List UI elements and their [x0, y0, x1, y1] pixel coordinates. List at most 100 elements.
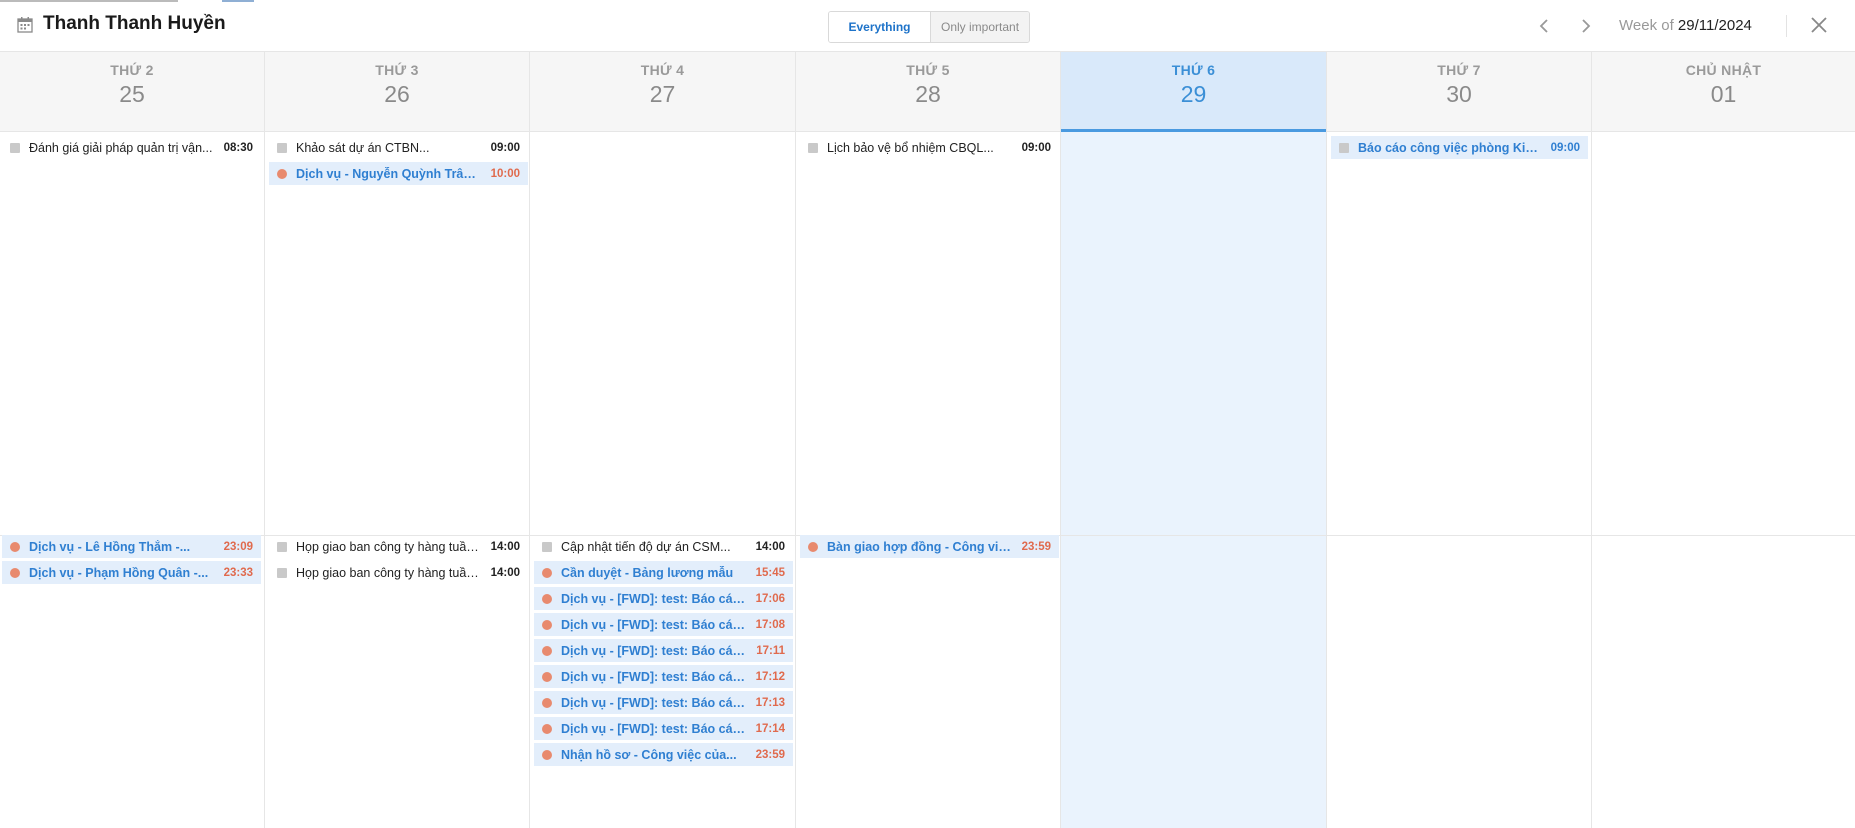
day-number: 28 — [915, 81, 941, 107]
event-time: 17:12 — [755, 670, 785, 683]
event-item[interactable]: Khảo sát dự án CTBN... 09:00 — [269, 136, 528, 159]
afternoon-events: Dịch vụ - Lê Hồng Thắm -... 23:09 Dịch vụ … — [2, 535, 261, 587]
event-item[interactable]: Bàn giao hợp đồng - Công việc... 23:59 — [800, 535, 1059, 558]
event-item[interactable]: Dịch vụ - Lê Hồng Thắm -... 23:09 — [2, 535, 261, 558]
week-grid: THỨ 2 25 THỨ 3 26 THỨ 4 27 THỨ 5 28 THỨ … — [0, 52, 1855, 828]
event-item[interactable]: Dịch vụ - Phạm Hồng Quân -... 23:33 — [2, 561, 261, 584]
day-number: 30 — [1446, 81, 1472, 107]
event-square-icon — [808, 142, 818, 153]
status-dot-icon — [542, 619, 552, 630]
status-dot-icon — [542, 593, 552, 604]
chevron-left-icon[interactable] — [1534, 15, 1554, 37]
filter-everything-button[interactable]: Everything — [829, 12, 930, 42]
event-item[interactable]: Họp giao ban công ty hàng tuần... 14:00 — [269, 561, 528, 584]
morning-events: Đánh giá giải pháp quản trị vận... 08:30 — [2, 136, 261, 162]
event-time: 17:13 — [755, 696, 785, 709]
event-time: 17:11 — [756, 644, 785, 657]
page-title: Thanh Thanh Huyền — [43, 13, 226, 34]
afternoon-events: Cập nhật tiến độ dự án CSM... 14:00 Cần du… — [534, 535, 793, 769]
event-time: 23:09 — [223, 540, 253, 553]
event-title: Họp giao ban công ty hàng tuần... — [296, 565, 481, 580]
event-item[interactable]: Nhận hồ sơ - Công việc của... 23:59 — [534, 743, 793, 766]
event-title: Cần duyệt - Bảng lương mẫu — [561, 565, 734, 580]
event-item[interactable]: Dịch vụ - [FWD]: test: Báo cáo... 17:13 — [534, 691, 793, 714]
event-square-icon — [542, 541, 552, 552]
calendar-icon — [17, 16, 33, 33]
event-time: 15:45 — [755, 566, 785, 579]
day-header: CHỦ NHẬT 01 — [1592, 52, 1855, 132]
event-title: Nhận hồ sơ - Công việc của... — [561, 747, 737, 762]
event-time: 17:06 — [755, 592, 785, 605]
morning-events: Lịch bảo vệ bổ nhiệm CBQL... 09:00 — [800, 136, 1059, 162]
top-strip — [0, 0, 1855, 2]
day-header: THỨ 7 30 — [1327, 52, 1591, 132]
event-time: 14:00 — [490, 566, 520, 579]
morning-events: Báo cáo công việc phòng Kinh... 09:00 — [1331, 136, 1588, 162]
event-title: Họp giao ban công ty hàng tuần... — [296, 539, 481, 554]
event-time: 23:33 — [223, 566, 253, 579]
event-title: Dịch vụ - [FWD]: test: Báo cáo... — [561, 643, 747, 658]
event-item[interactable]: Dịch vụ - [FWD]: test: Báo cáo... 17:12 — [534, 665, 793, 688]
event-time: 23:59 — [1021, 540, 1051, 553]
event-item[interactable]: Họp giao ban công ty hàng tuần... 14:00 — [269, 535, 528, 558]
importance-filter: Everything Only important — [828, 11, 1030, 43]
event-item[interactable]: Dịch vụ - Nguyễn Quỳnh Trâm -... 10:00 — [269, 162, 528, 185]
event-item[interactable]: Dịch vụ - [FWD]: test: Báo cáo... 17:06 — [534, 587, 793, 610]
day-header: THỨ 6 29 — [1061, 52, 1326, 132]
event-item[interactable]: Lịch bảo vệ bổ nhiệm CBQL... 09:00 — [800, 136, 1059, 159]
event-item[interactable]: Dịch vụ - [FWD]: test: Báo cáo... 17:08 — [534, 613, 793, 636]
event-time: 14:00 — [755, 540, 785, 553]
status-dot-icon — [277, 168, 287, 179]
event-title: Đánh giá giải pháp quản trị vận... — [29, 140, 213, 155]
event-title: Dịch vụ - [FWD]: test: Báo cáo... — [561, 695, 746, 710]
day-number: 01 — [1710, 81, 1737, 107]
day-of-week: THỨ 4 — [640, 62, 685, 78]
day-of-week: THỨ 2 — [110, 62, 154, 78]
event-square-icon — [277, 567, 287, 578]
event-title: Dịch vụ - [FWD]: test: Báo cáo... — [561, 721, 746, 736]
event-title: Cập nhật tiến độ dự án CSM... — [561, 539, 731, 554]
day-of-week: CHỦ NHẬT — [1685, 62, 1762, 78]
afternoon-events: Họp giao ban công ty hàng tuần... 14:00 Họ… — [269, 535, 528, 587]
day-number: 27 — [649, 81, 676, 107]
status-dot-icon — [10, 567, 20, 578]
event-square-icon — [1339, 142, 1349, 153]
event-title: Dịch vụ - Nguyễn Quỳnh Trâm -... — [296, 166, 481, 181]
day-header: THỨ 3 26 — [265, 52, 529, 132]
event-item[interactable]: Cần duyệt - Bảng lương mẫu 15:45 — [534, 561, 793, 584]
event-time: 17:08 — [755, 618, 785, 631]
top-bar: Thanh Thanh Huyền Everything Only import… — [0, 0, 1855, 52]
chevron-right-icon[interactable] — [1576, 15, 1596, 37]
event-item[interactable]: Đánh giá giải pháp quản trị vận... 08:30 — [2, 136, 261, 159]
event-item[interactable]: Dịch vụ - [FWD]: test: Báo cáo... 17:14 — [534, 717, 793, 740]
event-time: 10:00 — [490, 167, 520, 180]
event-time: 09:00 — [1550, 141, 1580, 154]
day-of-week: THỨ 7 — [1437, 62, 1481, 78]
week-prefix: Week of — [1619, 17, 1674, 34]
close-icon[interactable] — [1808, 14, 1830, 36]
event-title: Khảo sát dự án CTBN... — [296, 140, 430, 155]
week-label: Week of 29/11/2024 — [1619, 17, 1752, 34]
event-item[interactable]: Báo cáo công việc phòng Kinh... 09:00 — [1331, 136, 1588, 159]
event-item[interactable]: Cập nhật tiến độ dự án CSM... 14:00 — [534, 535, 793, 558]
event-square-icon — [10, 142, 20, 153]
event-square-icon — [277, 142, 287, 153]
event-title: Lịch bảo vệ bổ nhiệm CBQL... — [827, 140, 994, 155]
day-number: 26 — [384, 81, 410, 107]
status-dot-icon — [542, 671, 552, 682]
status-dot-icon — [542, 697, 552, 708]
event-title: Dịch vụ - Lê Hồng Thắm -... — [29, 539, 191, 554]
event-item[interactable]: Dịch vụ - [FWD]: test: Báo cáo... 17:11 — [534, 639, 793, 662]
day-of-week: THỨ 5 — [906, 62, 950, 78]
filter-only-important-button[interactable]: Only important — [930, 12, 1029, 42]
event-title: Dịch vụ - [FWD]: test: Báo cáo... — [561, 591, 746, 606]
status-dot-icon — [542, 567, 552, 578]
day-column-today: THỨ 6 29 — [1061, 52, 1327, 828]
event-title: Dịch vụ - [FWD]: test: Báo cáo... — [561, 617, 746, 632]
day-header: THỨ 5 28 — [796, 52, 1060, 132]
day-of-week: THỨ 6 — [1171, 62, 1216, 78]
event-title: Báo cáo công việc phòng Kinh... — [1358, 140, 1541, 155]
week-date: 29/11/2024 — [1677, 17, 1752, 34]
day-header: THỨ 2 25 — [0, 52, 264, 132]
day-column: THỨ 7 30 — [1327, 52, 1592, 828]
